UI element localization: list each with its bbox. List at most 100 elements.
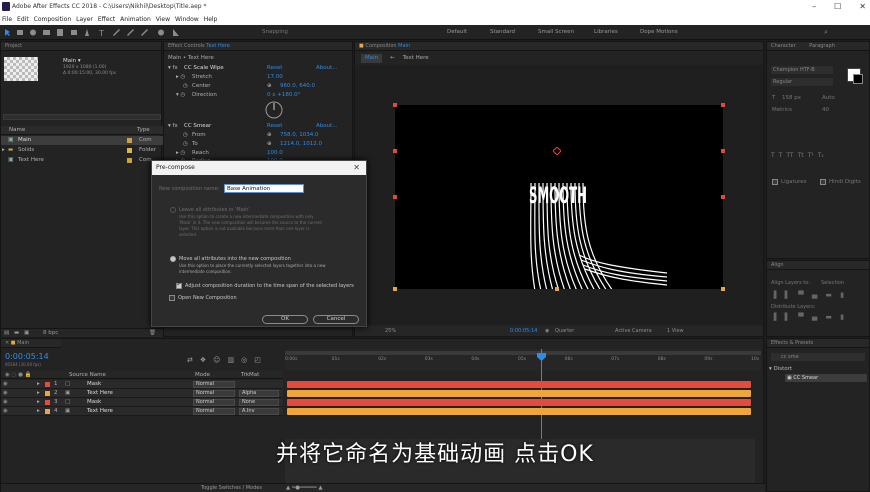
menu-edit[interactable]: Edit	[17, 16, 29, 23]
tracking-value[interactable]: 40	[822, 106, 829, 114]
layer-trkmat-select[interactable]: A.Inv	[239, 408, 279, 415]
camera-select[interactable]: Active Camera	[615, 326, 652, 336]
timeline-layer-row[interactable]: ◉ ▸ 2 ▣ Text Here Normal Alpha	[1, 389, 283, 398]
character-tab[interactable]: Character	[771, 43, 796, 49]
view-layout-select[interactable]: 1 View	[667, 326, 684, 336]
dialog-close-icon[interactable]: ✕	[353, 163, 360, 172]
font-size-value[interactable]: 158 px	[782, 94, 801, 102]
expand-layer-icon[interactable]: ▸	[37, 407, 40, 415]
bounding-handle[interactable]	[721, 287, 725, 291]
col-mode[interactable]: Mode	[195, 371, 210, 379]
workspace-small-screen[interactable]: Small Screen	[538, 29, 574, 35]
zoom-select[interactable]: 25%	[385, 326, 396, 336]
layer-label-color[interactable]	[45, 382, 50, 387]
move-attributes-radio[interactable]	[170, 256, 176, 262]
expand-layer-icon[interactable]: ▸	[37, 398, 40, 406]
layer-duration-bar[interactable]	[287, 390, 751, 397]
cc-smear-preset[interactable]: ▣ CC Smear	[785, 374, 867, 382]
stopwatch-icon[interactable]: ▸ ◷	[176, 73, 185, 81]
crosshair-icon[interactable]: ⊕	[267, 131, 272, 139]
bounding-handle[interactable]	[393, 149, 397, 153]
distort-category[interactable]: ▾ Distort	[769, 365, 792, 373]
playhead-icon[interactable]	[537, 353, 546, 361]
bounding-handle[interactable]	[721, 195, 725, 199]
project-tab[interactable]: Project	[1, 42, 161, 51]
ligatures-checkbox[interactable]	[772, 179, 778, 185]
menu-window[interactable]: Window	[175, 16, 199, 23]
layer-duration-bar[interactable]	[287, 381, 751, 388]
label-color-swatch[interactable]	[127, 158, 132, 163]
comp-canvas[interactable]: SMOOTH	[395, 105, 723, 292]
timeline-layer-row[interactable]: ◉ ▸ 4 ▣ Text Here Normal A.Inv	[1, 407, 283, 416]
layer-label-color[interactable]	[45, 400, 50, 405]
paragraph-tab[interactable]: Paragraph	[809, 43, 835, 49]
stretch-value[interactable]: 17.00	[267, 73, 283, 81]
leave-attributes-radio[interactable]	[170, 207, 176, 213]
bounding-handle[interactable]	[393, 103, 397, 107]
stopwatch-icon[interactable]: ▾ ◷	[176, 91, 185, 99]
visibility-eye-icon[interactable]: ◉	[3, 380, 8, 388]
timeline-ruler[interactable]: 0:00s 01s 02s 03s 04s 05s 06s 07s 08s 09s 10s	[285, 349, 761, 371]
stopwatch-icon[interactable]: ◷	[183, 140, 188, 148]
fx1-reset-link[interactable]: Reset	[267, 64, 282, 72]
frame-blending-icon[interactable]: ▥	[227, 356, 234, 364]
project-col-name[interactable]: Name	[9, 126, 25, 134]
workspace-standard[interactable]: Standard	[490, 29, 515, 35]
layer-trkmat-select[interactable]: None	[239, 399, 279, 406]
layer-name[interactable]: Mask	[87, 380, 101, 388]
timeline-layer-row[interactable]: ◉ ▸ 1 □ Mask Normal	[1, 380, 283, 389]
crosshair-icon[interactable]: ⊕	[267, 82, 272, 90]
project-search-input[interactable]	[3, 114, 161, 120]
search-help-icon[interactable]: ⌕	[824, 28, 828, 37]
effects-search-input[interactable]: cc sme	[771, 353, 865, 361]
bounding-handle[interactable]	[393, 287, 397, 291]
stopwatch-icon[interactable]: ▸ ◷	[176, 149, 185, 157]
snapping-label[interactable]: Snapping	[262, 29, 288, 35]
visibility-eye-icon[interactable]: ◉	[3, 389, 8, 397]
project-col-type[interactable]: Type	[137, 126, 150, 134]
cancel-button[interactable]: Cancel	[313, 315, 359, 324]
label-color-swatch[interactable]	[127, 138, 132, 143]
reach-value[interactable]: 100.0	[267, 149, 283, 157]
expand-layer-icon[interactable]: ▸	[37, 380, 40, 388]
fx2-about-link[interactable]: About...	[316, 122, 338, 130]
menu-animation[interactable]: Animation	[120, 16, 151, 23]
project-row-solids[interactable]: ▸ ▬ Solids Folder	[1, 146, 163, 155]
menu-composition[interactable]: Composition	[34, 16, 71, 23]
bounding-handle[interactable]	[721, 103, 725, 107]
bit-depth-label[interactable]: 8 bpc	[43, 329, 58, 337]
trash-icon[interactable]: 🗑	[149, 329, 156, 337]
align-to-select[interactable]: Selection	[821, 279, 844, 287]
bounding-handle[interactable]	[555, 287, 559, 291]
to-value[interactable]: 1214.0, 1012.0	[280, 140, 322, 148]
col-trkmat[interactable]: TrkMat	[241, 371, 259, 379]
new-composition-icon[interactable]: ▣	[24, 329, 29, 337]
visibility-eye-icon[interactable]: ◉	[3, 398, 8, 406]
project-row-main[interactable]: ▣ Main Com	[1, 136, 163, 145]
col-source-name[interactable]: Source Name	[69, 371, 106, 379]
layer-name[interactable]: Text Here	[87, 389, 113, 397]
all-caps-button[interactable]: TT	[786, 152, 793, 160]
minimize-icon[interactable]: –	[812, 2, 816, 11]
menu-view[interactable]: View	[156, 16, 170, 23]
visibility-eye-icon[interactable]: ◉	[3, 407, 8, 415]
resolution-select[interactable]: Quarter	[555, 326, 574, 336]
graph-editor-icon[interactable]: ◰	[254, 356, 261, 364]
align-buttons[interactable]: ▐ ▌ ▀ ▄ ▬ ▮	[771, 291, 847, 299]
maximize-icon[interactable]: ☐	[834, 2, 841, 11]
bounding-handle[interactable]	[721, 149, 725, 153]
open-new-comp-checkbox[interactable]	[169, 295, 175, 301]
font-family-select[interactable]: Champion HTF-B	[771, 66, 833, 74]
anchor-point-icon[interactable]	[553, 147, 561, 155]
menu-effect[interactable]: Effect	[98, 16, 115, 23]
expand-layer-icon[interactable]: ▸	[37, 389, 40, 397]
composition-viewer[interactable]: SMOOTH	[355, 65, 763, 325]
menu-layer[interactable]: Layer	[76, 16, 93, 23]
superscript-button[interactable]: T¹	[808, 152, 814, 160]
workspace-libraries[interactable]: Libraries	[594, 29, 618, 35]
new-folder-icon[interactable]: ▬	[14, 329, 19, 337]
small-caps-button[interactable]: Tt	[798, 152, 804, 160]
toggle-switches-modes-button[interactable]: Toggle Switches / Modes	[201, 484, 262, 492]
new-comp-name-input[interactable]	[224, 184, 304, 193]
layer-mode-select[interactable]: Normal	[193, 381, 235, 388]
